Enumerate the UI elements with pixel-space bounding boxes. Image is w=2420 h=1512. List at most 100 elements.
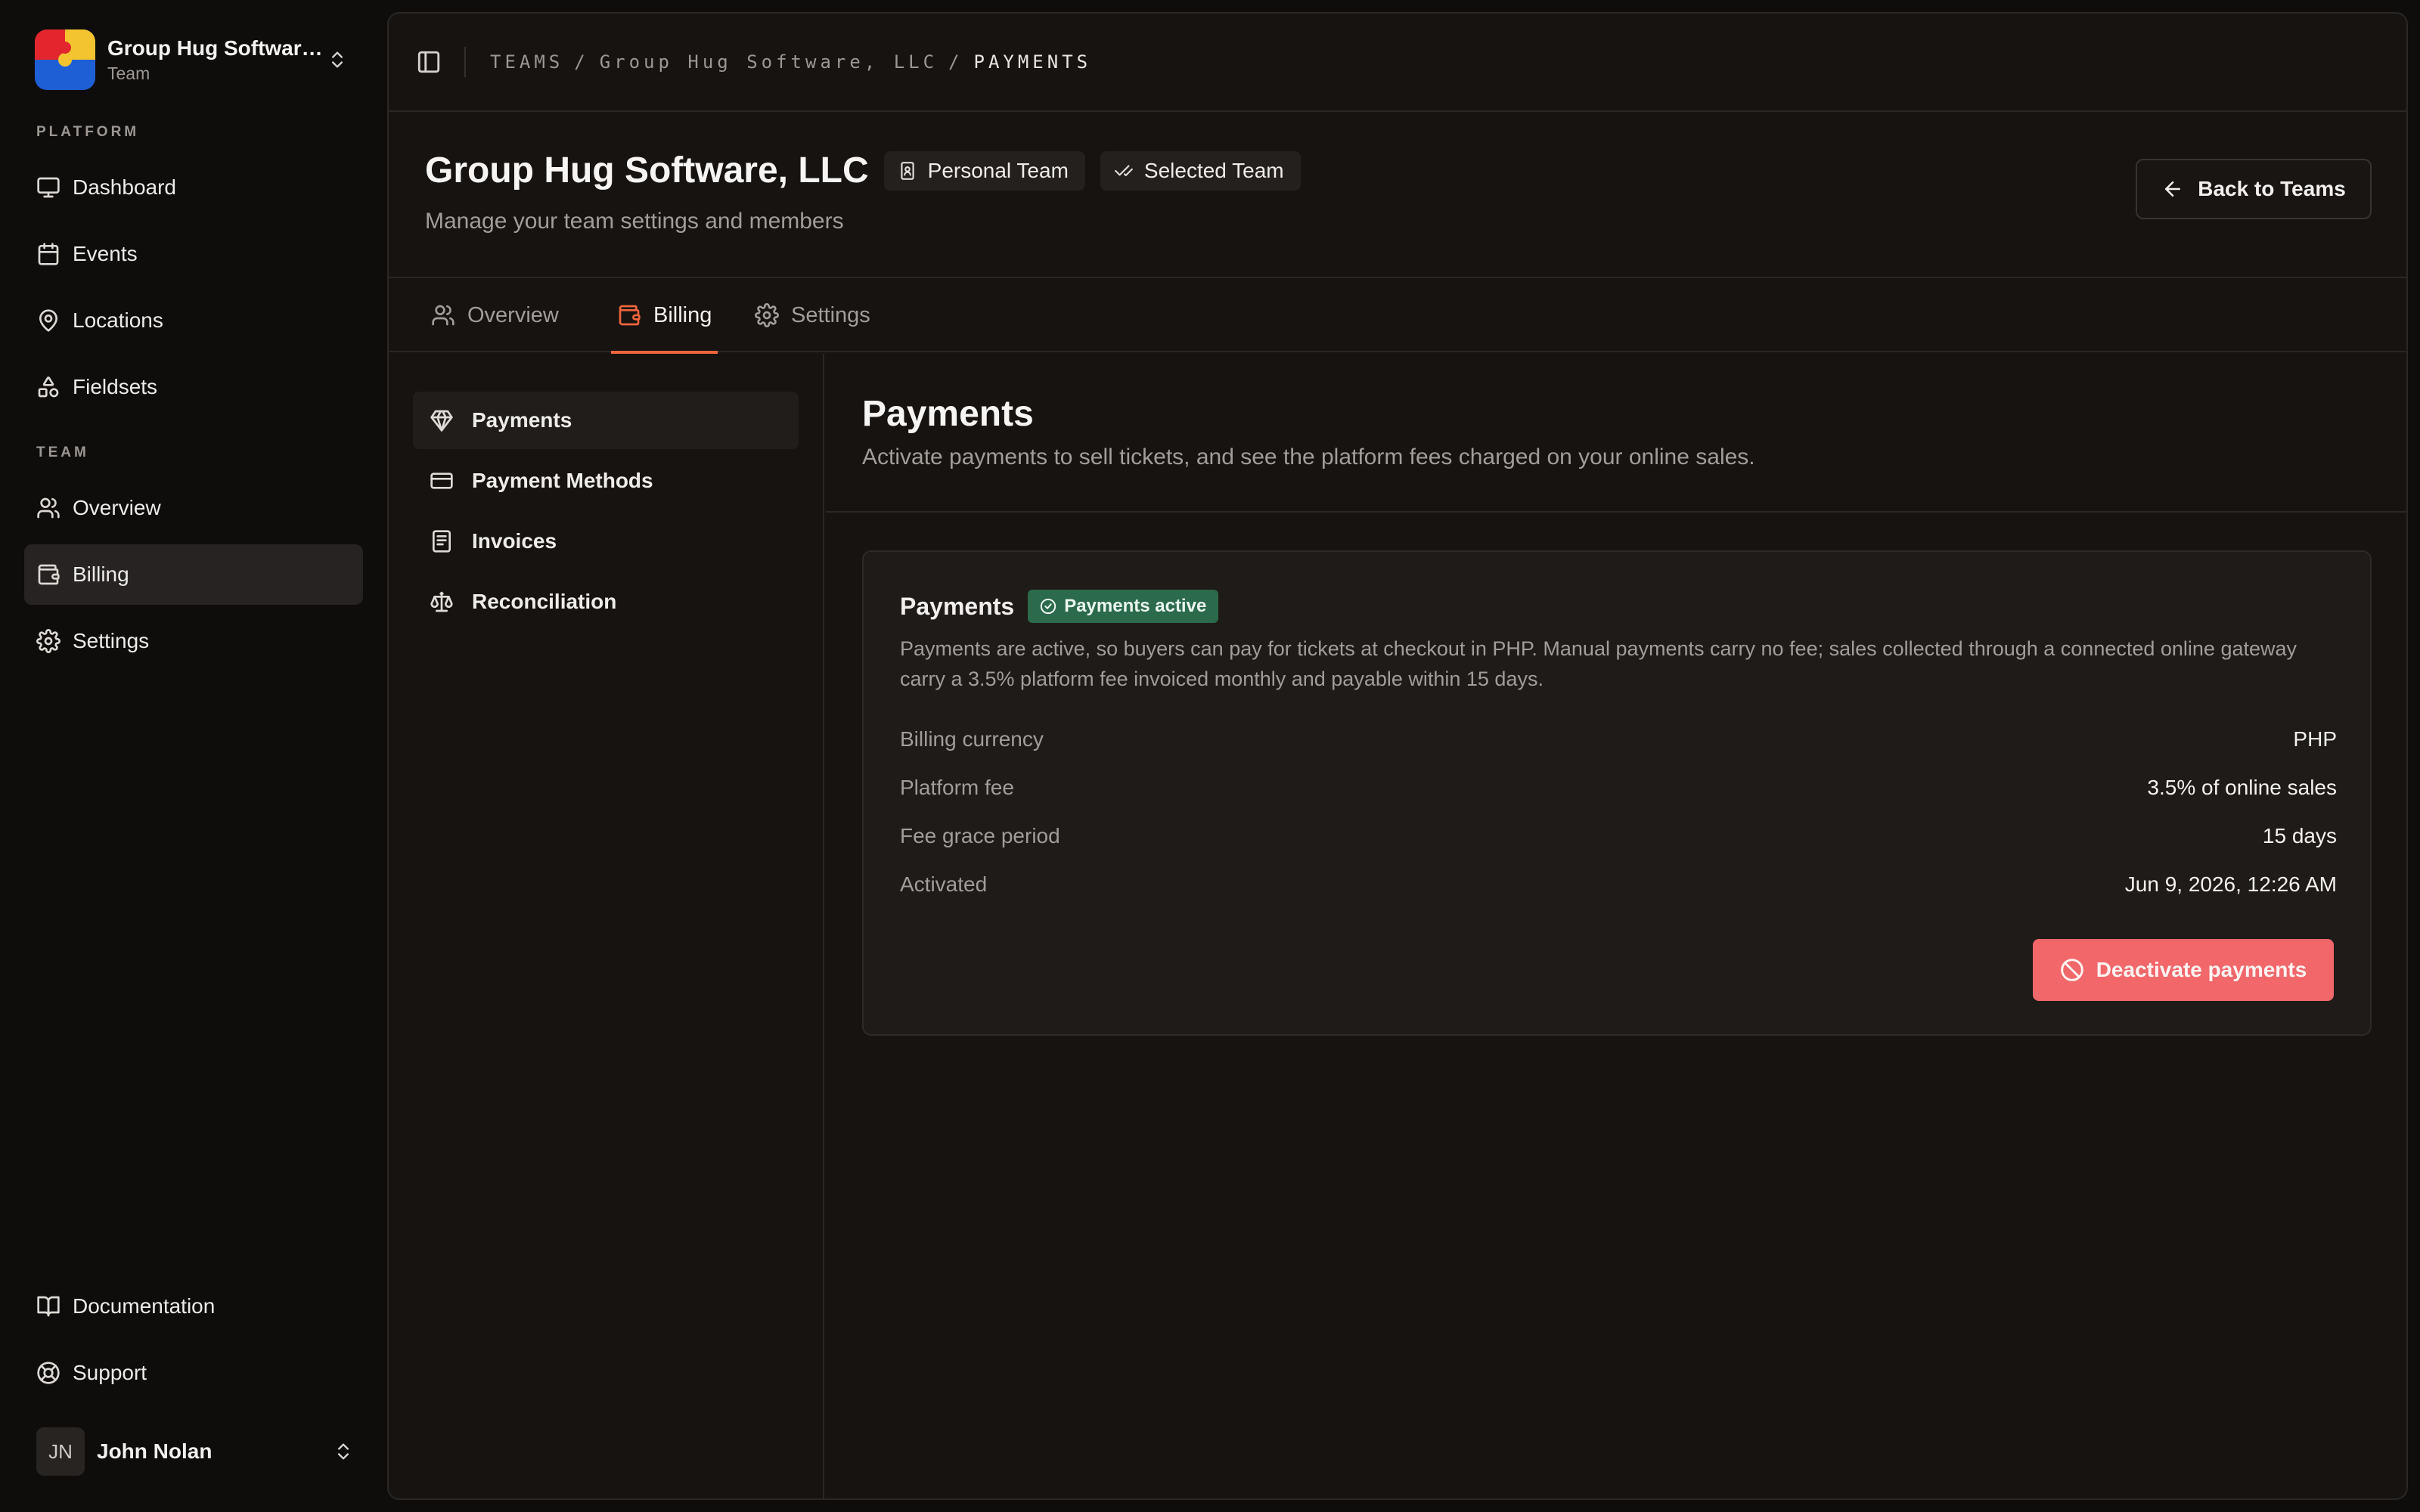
detail-value: Jun 9, 2026, 12:26 AM: [2124, 872, 2337, 896]
sidebar-item-billing[interactable]: Billing: [24, 544, 363, 605]
sidebar-item-label: Locations: [73, 308, 163, 332]
back-to-teams-button[interactable]: Back to Teams: [2136, 159, 2372, 219]
detail-value: 3.5% of online sales: [2147, 776, 2337, 799]
team-switcher[interactable]: Group Hug Software... Team: [24, 20, 357, 100]
detail-row-platform-fee: Platform fee 3.5% of online sales: [900, 776, 2337, 800]
detail-row-activated: Activated Jun 9, 2026, 12:26 AM: [900, 872, 2337, 897]
team-section-label: TEAM: [36, 445, 89, 460]
user-name: John Nolan: [97, 1439, 213, 1463]
wallet-icon: [619, 305, 641, 326]
breadcrumb-current: PAYMENTS: [973, 51, 1092, 73]
personal-team-badge: Personal Team: [883, 150, 1085, 191]
deactivate-button-label: Deactivate payments: [2096, 958, 2307, 981]
breadcrumb: TEAMS / Group Hug Software, LLC / PAYMEN…: [490, 51, 1091, 73]
sidebar-item-label: Events: [73, 242, 138, 265]
ban-icon: [2060, 959, 2083, 981]
sidebar-item-fieldsets[interactable]: Fieldsets: [24, 357, 363, 417]
subnav-item-invoices[interactable]: Invoices: [413, 513, 799, 570]
sidebar-item-events[interactable]: Events: [24, 224, 363, 284]
sidebar-item-label: Fieldsets: [73, 375, 158, 398]
gear-icon: [755, 303, 779, 327]
sidebar-toggle-icon[interactable]: [416, 49, 442, 75]
page-subtitle: Manage your team settings and members: [425, 209, 844, 234]
badge-label: Payments active: [1064, 596, 1207, 616]
subnav-item-label: Payment Methods: [472, 469, 653, 492]
detail-value: 15 days: [2262, 824, 2337, 847]
tab-label: Settings: [791, 302, 870, 327]
subnav-item-reconciliation[interactable]: Reconciliation: [413, 573, 799, 631]
detail-row-billing-currency: Billing currency PHP: [900, 727, 2337, 751]
team-header: Group Hug Software, LLC Personal Team Se…: [389, 112, 2406, 278]
sidebar-item-locations[interactable]: Locations: [24, 290, 363, 351]
status-badge: Payments active: [1028, 590, 1219, 623]
payments-content: Payments Activate payments to sell ticke…: [826, 354, 2406, 1498]
user-menu[interactable]: JN John Nolan: [24, 1421, 363, 1482]
chevrons-up-down-icon: [338, 1443, 349, 1460]
scale-icon: [430, 591, 453, 612]
section-title: Payments: [862, 394, 1034, 434]
wallet-icon: [38, 564, 60, 585]
gear-icon: [36, 629, 60, 653]
sidebar: Group Hug Software... Team PLATFORM Dash…: [0, 0, 378, 1512]
tab-settings[interactable]: Settings: [755, 278, 870, 352]
users-icon: [37, 497, 60, 519]
sidebar-item-label: Billing: [73, 562, 129, 586]
detail-label: Billing currency: [900, 727, 1044, 751]
card-description: Payments are active, so buyers can pay f…: [900, 637, 2297, 690]
sidebar-item-settings[interactable]: Settings: [24, 611, 363, 671]
detail-value: PHP: [2293, 727, 2337, 751]
subnav-item-label: Payments: [472, 408, 572, 432]
breadcrumb-team[interactable]: Group Hug Software, LLC: [600, 51, 938, 73]
billing-subnav: Payments Payment Methods Invoices Reconc…: [389, 354, 824, 1498]
credit-card-icon: [430, 472, 453, 489]
detail-label: Fee grace period: [900, 824, 1060, 847]
sidebar-item-label: Overview: [73, 496, 161, 519]
tab-label: Billing: [653, 302, 712, 327]
card-title: Payments: [900, 592, 1015, 620]
team-name: Group Hug Software...: [107, 36, 327, 60]
breadcrumb-separator: /: [948, 51, 963, 73]
sidebar-item-dashboard[interactable]: Dashboard: [24, 157, 363, 218]
tab-billing[interactable]: Billing: [611, 278, 718, 354]
circle-check-icon: [1041, 598, 1056, 615]
calendar-icon: [38, 243, 59, 265]
gem-icon: [430, 410, 453, 432]
id-badge-icon: [900, 161, 914, 180]
check-check-icon: [1114, 164, 1133, 176]
team-tabs: Overview Billing Settings: [389, 278, 2406, 354]
tab-overview[interactable]: Overview: [431, 278, 559, 352]
sidebar-item-label: Support: [73, 1361, 147, 1384]
monitor-icon: [37, 177, 60, 198]
section-subtitle: Activate payments to sell tickets, and s…: [862, 445, 1755, 469]
detail-label: Activated: [900, 872, 988, 896]
receipt-icon: [433, 530, 451, 553]
subnav-item-payment-methods[interactable]: Payment Methods: [413, 452, 799, 510]
chevrons-up-down-icon: [332, 51, 343, 68]
section-header: Payments Activate payments to sell ticke…: [826, 354, 2406, 513]
platform-section-label: PLATFORM: [36, 124, 140, 140]
sidebar-item-overview[interactable]: Overview: [24, 478, 363, 538]
page-title: Group Hug Software, LLC: [425, 150, 869, 191]
payments-card: Payments Payments active Payments are ac…: [862, 550, 2372, 1036]
sidebar-item-label: Documentation: [73, 1294, 216, 1318]
tab-label: Overview: [467, 302, 559, 327]
selected-team-badge: Selected Team: [1100, 150, 1301, 191]
sidebar-item-label: Settings: [73, 629, 150, 652]
deactivate-payments-button[interactable]: Deactivate payments: [2033, 939, 2334, 1001]
sidebar-item-documentation[interactable]: Documentation: [24, 1276, 363, 1337]
avatar: JN: [36, 1427, 85, 1476]
sidebar-item-support[interactable]: Support: [24, 1343, 363, 1403]
life-buoy-icon: [37, 1362, 60, 1384]
users-icon: [432, 305, 455, 326]
subnav-item-label: Reconciliation: [472, 590, 617, 613]
breadcrumb-teams[interactable]: TEAMS: [490, 51, 563, 73]
subnav-item-payments[interactable]: Payments: [413, 392, 799, 449]
sidebar-item-label: Dashboard: [73, 175, 176, 199]
back-button-label: Back to Teams: [2198, 177, 2346, 200]
breadcrumb-separator: /: [574, 51, 589, 73]
topbar-divider: [464, 47, 466, 77]
arrow-left-icon: [2165, 181, 2181, 197]
subnav-item-label: Invoices: [472, 529, 557, 553]
shapes-icon: [38, 376, 59, 398]
map-pin-icon: [39, 309, 57, 332]
